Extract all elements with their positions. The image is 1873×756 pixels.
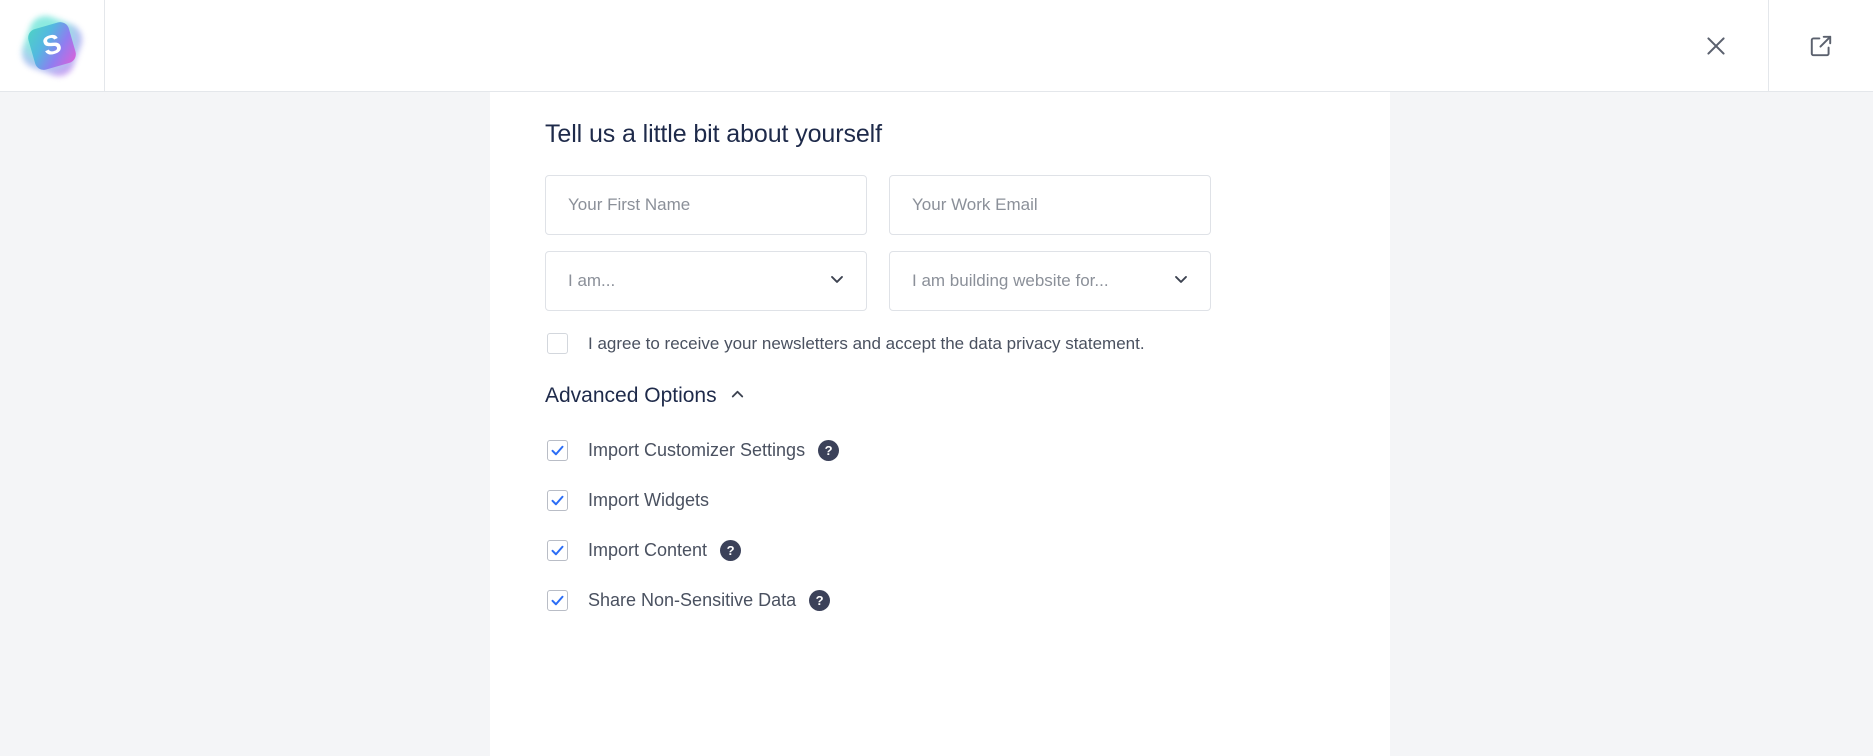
close-button[interactable] xyxy=(1663,0,1768,91)
chevron-up-icon xyxy=(728,385,747,409)
import-widgets-checkbox[interactable] xyxy=(547,490,568,511)
panel-content: Tell us a little bit about yourself Your… xyxy=(490,92,1390,625)
newsletter-consent-checkbox[interactable] xyxy=(547,333,568,354)
first-name-placeholder: Your First Name xyxy=(568,195,844,215)
work-email-input[interactable]: Your Work Email xyxy=(889,175,1211,235)
option-row-import-customizer-settings[interactable]: Import Customizer Settings ? xyxy=(545,425,1390,475)
import-content-label: Import Content xyxy=(588,540,707,561)
newsletter-consent-row[interactable]: I agree to receive your newsletters and … xyxy=(545,333,1390,354)
share-non-sensitive-data-label: Share Non-Sensitive Data xyxy=(588,590,796,611)
newsletter-consent-label: I agree to receive your newsletters and … xyxy=(588,334,1145,354)
name-email-row: Your First Name Your Work Email xyxy=(545,175,1390,235)
work-email-placeholder: Your Work Email xyxy=(912,195,1188,215)
chevron-down-icon xyxy=(827,269,847,294)
advanced-options-title: Advanced Options xyxy=(545,384,717,408)
advanced-options-toggle[interactable]: Advanced Options xyxy=(545,382,760,409)
option-row-import-content[interactable]: Import Content ? xyxy=(545,525,1390,575)
header-spacer xyxy=(105,0,1663,91)
app-header: S xyxy=(0,0,1873,92)
import-widgets-label: Import Widgets xyxy=(588,490,709,511)
onboarding-panel: Tell us a little bit about yourself Your… xyxy=(490,92,1390,756)
import-customizer-settings-label: Import Customizer Settings xyxy=(588,440,805,461)
first-name-input[interactable]: Your First Name xyxy=(545,175,867,235)
role-purpose-row: I am... I am building website for... xyxy=(545,251,1390,311)
logo-cell: S xyxy=(0,0,105,91)
import-content-checkbox[interactable] xyxy=(547,540,568,561)
page-title: Tell us a little bit about yourself xyxy=(545,120,1390,149)
starter-templates-logo: S xyxy=(23,17,81,75)
help-icon[interactable]: ? xyxy=(720,540,741,561)
help-icon[interactable]: ? xyxy=(809,590,830,611)
open-external-button[interactable] xyxy=(1768,0,1873,91)
external-link-icon xyxy=(1808,33,1834,59)
building-website-for-select[interactable]: I am building website for... xyxy=(889,251,1211,311)
option-row-share-non-sensitive-data[interactable]: Share Non-Sensitive Data ? xyxy=(545,575,1390,625)
option-row-import-widgets[interactable]: Import Widgets xyxy=(545,475,1390,525)
chevron-down-icon xyxy=(1171,269,1191,294)
building-website-for-select-value: I am building website for... xyxy=(912,271,1171,291)
i-am-select-value: I am... xyxy=(568,271,827,291)
i-am-select[interactable]: I am... xyxy=(545,251,867,311)
import-customizer-settings-checkbox[interactable] xyxy=(547,440,568,461)
share-non-sensitive-data-checkbox[interactable] xyxy=(547,590,568,611)
help-icon[interactable]: ? xyxy=(818,440,839,461)
close-icon xyxy=(1703,33,1729,59)
